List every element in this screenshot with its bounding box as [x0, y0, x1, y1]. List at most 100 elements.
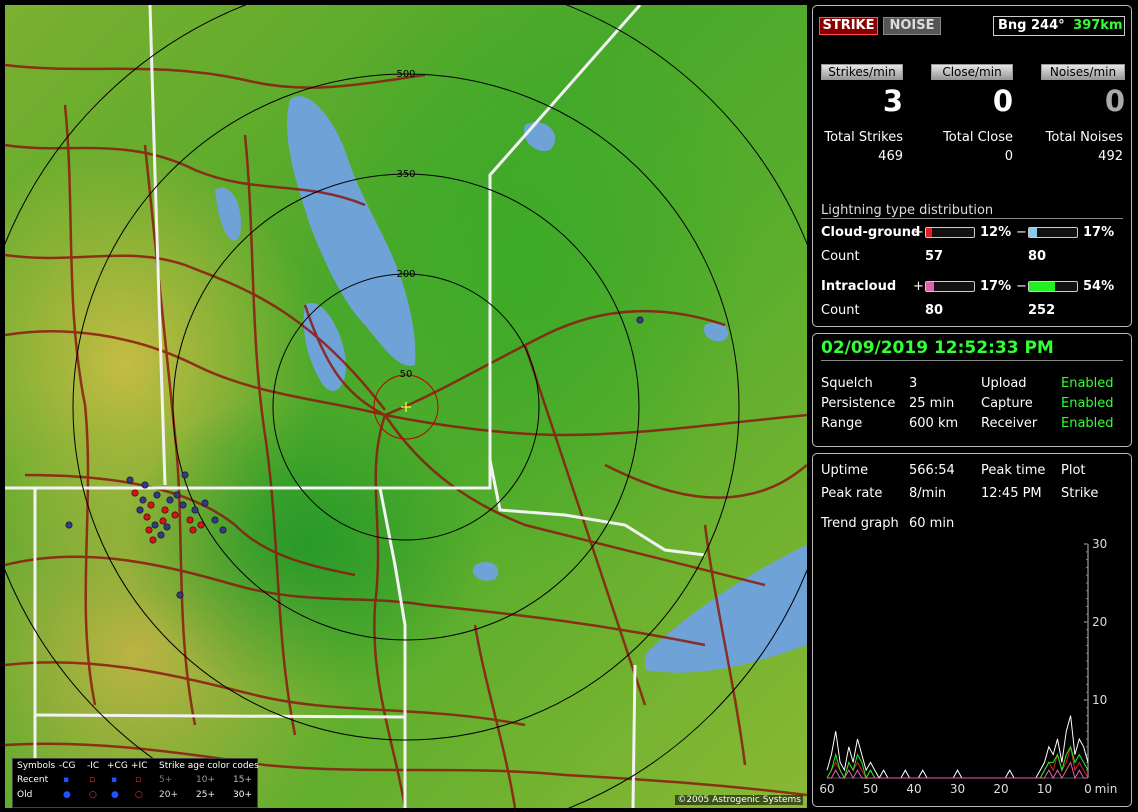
cg-plus-sign: +: [913, 225, 924, 240]
strike-stats-panel: STRIKE NOISE Bng 244° 397km Strikes/min …: [812, 5, 1132, 327]
lake-small-4: [472, 562, 499, 581]
strike-marker: [173, 491, 181, 499]
x-unit-label: min: [1095, 782, 1118, 796]
close-per-min-value: 0: [992, 84, 1013, 118]
peak-time-value: 12:45 PM: [981, 486, 1042, 501]
strike-marker: [161, 506, 169, 514]
x-tick-label: 60: [819, 782, 834, 796]
strike-marker: [147, 501, 155, 509]
x-tick-label: 50: [863, 782, 878, 796]
strike-marker: [219, 526, 227, 534]
trend-graph-value: 60 min: [909, 516, 955, 531]
strike-marker: [157, 531, 165, 539]
ring-label-350: 350: [396, 169, 415, 180]
cg-negative-bar: [1028, 227, 1078, 238]
peak-rate-value: 8/min: [909, 486, 947, 501]
total-noises-label: Total Noises: [1045, 130, 1123, 145]
upload-label: Upload: [981, 376, 1027, 391]
y-tick-label: 10: [1092, 693, 1107, 707]
persistence-value: 25 min: [909, 396, 955, 411]
strike-marker: [143, 513, 151, 521]
uptime-value: 566:54: [909, 463, 955, 478]
plot-value[interactable]: Strike: [1061, 486, 1098, 501]
noises-per-min-button[interactable]: Noises/min: [1041, 64, 1125, 80]
strike-marker: [139, 496, 147, 504]
strike-marker: [141, 481, 149, 489]
strike-marker: [163, 523, 171, 531]
settings-panel: 02/09/2019 12:52:33 PM Squelch 3 Upload …: [812, 333, 1132, 447]
strikes-per-min-value: 3: [882, 84, 903, 118]
strike-marker: [153, 491, 161, 499]
legend-age-5: 5+: [159, 775, 173, 785]
x-tick-label: 0: [1084, 782, 1092, 796]
ic-plus-sign: +: [913, 279, 924, 294]
cg-negative-pct: 17%: [1083, 225, 1115, 240]
trend-series-line: [826, 745, 1089, 780]
strike-marker: [636, 316, 644, 324]
lake-small-1: [215, 187, 241, 241]
strike-marker: [65, 521, 73, 529]
uptime-label: Uptime: [821, 463, 869, 478]
ic-negative-bar-fill: [1029, 282, 1055, 291]
cloud-ground-label: Cloud-ground: [821, 225, 921, 240]
strike-marker: [201, 499, 209, 507]
cg-positive-count: 57: [925, 249, 944, 264]
strike-marker: [179, 501, 187, 509]
persistence-label: Persistence: [821, 396, 896, 411]
strike-marker: [176, 591, 184, 599]
squelch-label: Squelch: [821, 376, 873, 391]
strike-marker: [181, 471, 189, 479]
ic-positive-bar: [925, 281, 975, 292]
datetime-divider: [821, 360, 1123, 361]
cg-positive-bar: [925, 227, 975, 238]
total-close-label: Total Close: [943, 130, 1013, 145]
strikes-per-min-button[interactable]: Strikes/min: [821, 64, 903, 80]
x-tick-label: 10: [1037, 782, 1052, 796]
ic-count-label: Count: [821, 303, 860, 318]
strike-marker: [159, 517, 167, 525]
legend-recent-neg-cg-icon: ▪: [63, 775, 70, 785]
trend-graph-label: Trend graph: [821, 516, 899, 531]
upload-value: Enabled: [1061, 376, 1114, 391]
borders: [5, 5, 706, 808]
peak-rate-label: Peak rate: [821, 486, 883, 501]
strike-marker: [126, 476, 134, 484]
noises-per-min-value: 0: [1104, 84, 1125, 118]
legend-recent-neg-ic-icon: ▫: [89, 775, 96, 785]
range-value: 600 km: [909, 416, 959, 431]
legend-age-25: 25+: [196, 790, 215, 800]
strike-mode-button[interactable]: STRIKE: [819, 17, 878, 35]
legend-row-old: Old: [17, 790, 33, 800]
plot-label: Plot: [1061, 463, 1086, 478]
total-strikes-value: 469: [878, 149, 903, 164]
distribution-divider: [821, 218, 1123, 219]
squelch-value: 3: [909, 376, 918, 391]
close-per-min-button[interactable]: Close/min: [931, 64, 1013, 80]
x-tick-label: 40: [906, 782, 921, 796]
legend-old-neg-ic-icon: ○: [89, 790, 97, 800]
symbol-legend: Symbols -CG -IC +CG +IC Strike age color…: [12, 758, 259, 808]
strike-marker: [145, 526, 153, 534]
ic-positive-count: 80: [925, 303, 944, 318]
strike-marker: [149, 536, 157, 544]
legend-old-neg-cg-icon: ●: [63, 790, 71, 800]
legend-old-pos-ic-icon: ○: [135, 790, 143, 800]
legend-row-recent: Recent: [17, 775, 49, 785]
map-overlay: 50 200 350 500: [5, 5, 807, 808]
radar-map[interactable]: 50 200 350 500 Symbols -CG -IC +CG +IC S…: [5, 5, 807, 808]
cg-negative-bar-fill: [1029, 228, 1038, 237]
legend-col-neg-ic: -IC: [87, 761, 100, 771]
legend-old-pos-cg-icon: ●: [111, 790, 119, 800]
ic-minus-sign: −: [1016, 279, 1027, 294]
trend-series-line: [826, 715, 1089, 780]
strike-marker: [171, 511, 179, 519]
legend-age-header: Strike age color codes: [159, 761, 259, 771]
legend-age-30: 30+: [233, 790, 252, 800]
legend-col-neg-cg: -CG: [59, 761, 76, 771]
capture-label: Capture: [981, 396, 1033, 411]
bearing-value: Bng 244°: [998, 18, 1065, 33]
strike-marker: [211, 516, 219, 524]
noise-mode-button[interactable]: NOISE: [883, 17, 941, 35]
y-tick-label: 20: [1092, 615, 1107, 629]
x-tick-label: 30: [950, 782, 965, 796]
